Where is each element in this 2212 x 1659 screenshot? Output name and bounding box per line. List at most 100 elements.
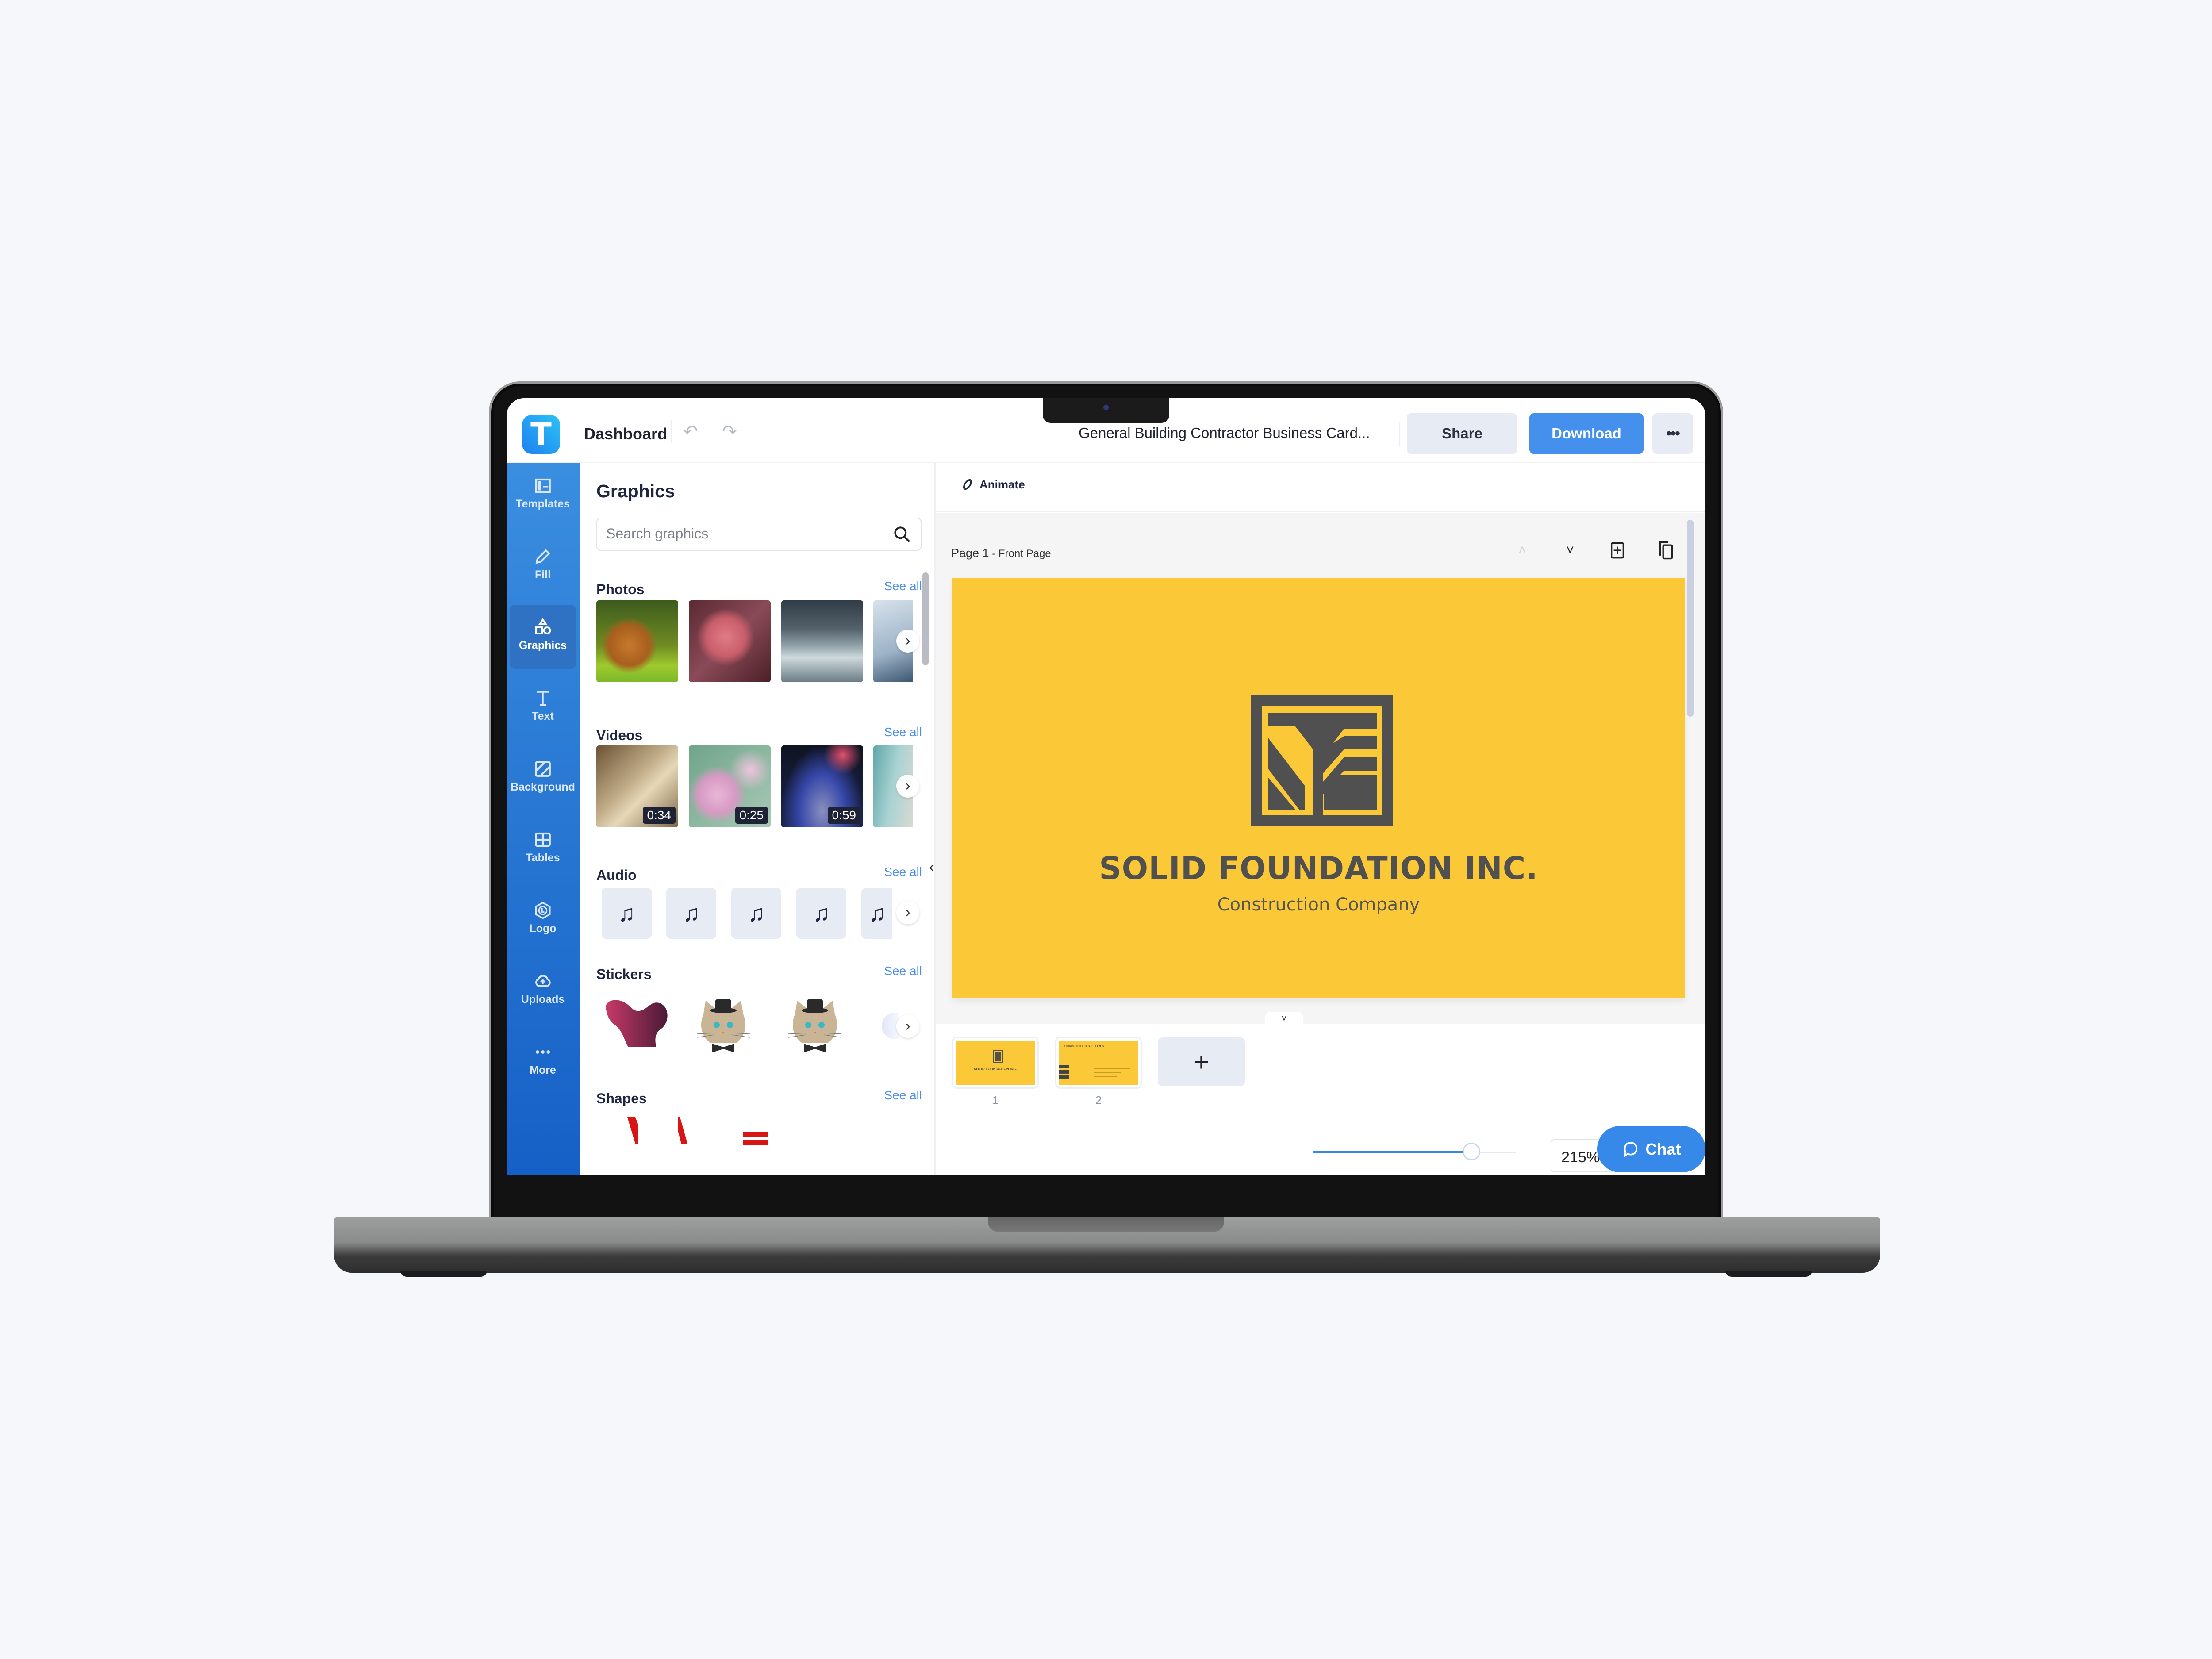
business-card-front[interactable]: SOLID FOUNDATION INC. Construction Compa…: [952, 578, 1685, 998]
chat-button[interactable]: Chat: [1597, 1126, 1705, 1172]
camera-icon: [1103, 405, 1109, 410]
pencil-icon: [535, 549, 550, 564]
document-title[interactable]: General Building Contractor Business Car…: [1079, 425, 1370, 442]
videos-section-title: Videos: [596, 727, 643, 743]
video-duration: 0:59: [827, 807, 860, 824]
cloud-upload-icon: [535, 975, 551, 987]
audio-track[interactable]: ♫: [666, 888, 716, 939]
sidebar-item-text[interactable]: Text: [510, 676, 576, 740]
search-box[interactable]: [596, 518, 922, 551]
videos-next-button[interactable]: ›: [896, 775, 919, 798]
sidebar: Templates Fill Graphics Text Background …: [507, 463, 580, 1175]
sidebar-item-label: Templates: [516, 498, 570, 510]
sticker-gradient-blob[interactable]: [604, 998, 670, 1049]
sidebar-item-graphics[interactable]: Graphics: [510, 605, 576, 669]
zoom-slider-handle[interactable]: [1462, 1143, 1480, 1160]
move-page-up-icon[interactable]: ˄: [1511, 539, 1534, 562]
photo-squirrel[interactable]: [596, 600, 678, 682]
move-page-down-icon[interactable]: ˅: [1559, 539, 1582, 562]
music-note-icon: ♫: [868, 900, 886, 926]
sidebar-item-more[interactable]: More: [510, 1029, 576, 1094]
share-button[interactable]: Share: [1407, 413, 1517, 454]
music-note-icon: ♫: [683, 900, 700, 926]
sidebar-item-templates[interactable]: Templates: [510, 463, 576, 527]
animate-toolbar: Animate: [936, 463, 1705, 512]
page-thumbnail-2[interactable]: CHRISTOPHER S. FLORES: [1055, 1037, 1142, 1089]
duplicate-page-icon[interactable]: [1655, 539, 1678, 562]
sticker-cat-top-hat[interactable]: [784, 994, 846, 1054]
video-duration: 0:34: [642, 807, 676, 824]
canvas-scrollbar[interactable]: [1687, 520, 1694, 717]
download-button[interactable]: Download: [1529, 413, 1644, 454]
videos-see-all-link[interactable]: See all: [884, 725, 922, 739]
shape-red-slant-bar[interactable]: [678, 1117, 695, 1144]
panel-scrollbar[interactable]: [922, 572, 929, 665]
collapse-panel-icon[interactable]: ‹: [929, 858, 939, 876]
page-label: Page 1 - Front Page: [951, 546, 1051, 560]
animate-icon: [963, 479, 972, 490]
shapes-see-all-link[interactable]: See all: [884, 1088, 922, 1102]
page-number: 1: [992, 1094, 999, 1107]
panel-title: Graphics: [596, 481, 675, 501]
sidebar-item-tables[interactable]: Tables: [510, 817, 576, 881]
laptop-foot-right: [1725, 1271, 1812, 1277]
workspace: Page 1 - Front Page ˄ ˅ SOLID FOUNDATION…: [936, 513, 1705, 1026]
header-divider: [1399, 422, 1400, 447]
photo-pink-leaves[interactable]: [689, 600, 771, 682]
audio-track[interactable]: ♫: [796, 888, 846, 939]
sidebar-item-fill[interactable]: Fill: [510, 534, 576, 598]
dashboard-link[interactable]: Dashboard: [584, 425, 667, 443]
sidebar-item-label: Uploads: [521, 993, 565, 1006]
photos-next-button[interactable]: ›: [896, 630, 919, 653]
chat-label: Chat: [1645, 1140, 1681, 1158]
video-misty-forest[interactable]: 0:34: [596, 745, 678, 827]
stickers-next-button[interactable]: ›: [896, 1015, 919, 1038]
shape-red-equals[interactable]: [743, 1132, 768, 1145]
search-input[interactable]: [606, 526, 880, 542]
sidebar-item-logo[interactable]: Logo: [510, 888, 576, 952]
camera-notch: [1043, 398, 1169, 423]
sidebar-item-uploads[interactable]: Uploads: [510, 959, 576, 1023]
sidebar-item-label: Graphics: [518, 639, 567, 652]
laptop-foot-left: [400, 1271, 487, 1277]
text-icon: [537, 691, 549, 706]
zoom-slider[interactable]: [1313, 1143, 1516, 1160]
animate-label: Animate: [979, 477, 1025, 491]
add-page-button[interactable]: +: [1158, 1037, 1245, 1086]
audio-see-all-link[interactable]: See all: [884, 865, 922, 879]
audio-track[interactable]: ♫: [731, 888, 781, 939]
video-flower-smoke[interactable]: 0:59: [781, 745, 863, 827]
audio-next-button[interactable]: ›: [896, 901, 919, 924]
animate-button[interactable]: Animate: [961, 477, 1025, 492]
music-note-icon: ♫: [748, 900, 765, 926]
redo-icon[interactable]: ↷: [719, 421, 740, 442]
search-icon[interactable]: [892, 525, 912, 544]
sidebar-item-label: Fill: [534, 568, 551, 581]
sidebar-item-background[interactable]: Background: [510, 746, 576, 810]
company-logo[interactable]: [1251, 695, 1393, 826]
audio-track[interactable]: ♫: [602, 888, 652, 939]
video-duration: 0:25: [735, 807, 768, 824]
graphics-panel: Graphics Photos See all › Videos See all…: [580, 463, 936, 1175]
app-logo[interactable]: T: [522, 415, 560, 454]
add-page-icon[interactable]: [1606, 539, 1629, 562]
more-icon: [535, 1050, 550, 1054]
sticker-cat-top-hat[interactable]: [692, 994, 754, 1054]
shapes-section-title: Shapes: [596, 1091, 647, 1106]
delete-page-icon[interactable]: [1702, 539, 1705, 562]
more-options-button[interactable]: •••: [1652, 413, 1693, 454]
company-tagline[interactable]: Construction Company: [952, 895, 1685, 915]
undo-icon[interactable]: ↶: [680, 421, 701, 442]
video-cherry-blossoms[interactable]: 0:25: [689, 745, 771, 827]
page-thumbnail-1[interactable]: SOLID FOUNDATION INC.: [952, 1037, 1039, 1089]
audio-track[interactable]: ♫: [861, 888, 892, 939]
photo-stormy-sea[interactable]: [781, 600, 863, 682]
company-name[interactable]: SOLID FOUNDATION INC.: [952, 850, 1685, 887]
stickers-see-all-link[interactable]: See all: [884, 964, 922, 978]
templates-icon: [535, 478, 551, 493]
photos-section-title: Photos: [596, 581, 645, 597]
photos-see-all-link[interactable]: See all: [884, 579, 922, 593]
laptop-hinge-notch: [988, 1217, 1224, 1232]
shape-red-slant-bar[interactable]: [627, 1117, 645, 1144]
background-icon: [535, 761, 551, 777]
